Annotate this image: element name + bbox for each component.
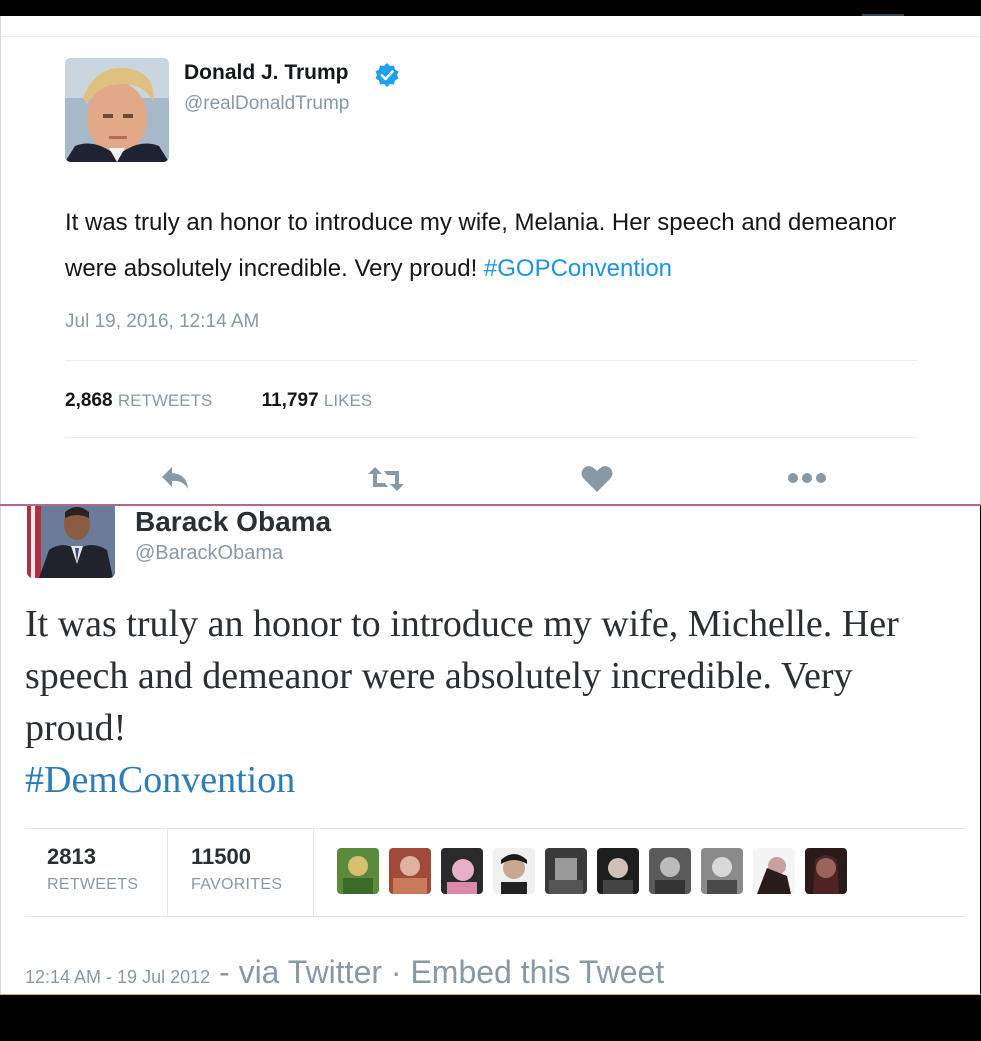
- timestamp[interactable]: Jul 19, 2016, 12:14 AM: [65, 311, 259, 333]
- retweets-count: 2,868: [65, 390, 113, 411]
- favoriter-avatar[interactable]: [337, 848, 379, 894]
- favoriter-avatar[interactable]: [805, 848, 847, 894]
- top-black-bar: [0, 0, 981, 16]
- embed-tweet-link[interactable]: Embed this Tweet: [410, 954, 664, 990]
- heart-icon[interactable]: [581, 465, 613, 498]
- retweets-label: RETWEETS: [47, 876, 139, 893]
- favoriter-avatar[interactable]: [545, 848, 587, 894]
- tweet-text: It was truly an honor to introduce my wi…: [25, 598, 925, 806]
- footer-separator: -: [210, 954, 239, 990]
- handle[interactable]: @realDonaldTrump: [184, 93, 349, 115]
- divider: [65, 360, 917, 361]
- favorites-count: 11500: [191, 844, 251, 869]
- retweets-count: 2813: [47, 844, 96, 869]
- tweet-text: It was truly an honor to introduce my wi…: [65, 200, 935, 292]
- retweets-stat[interactable]: 2,868 RETWEETS: [65, 390, 212, 412]
- favoriter-avatar[interactable]: [493, 848, 535, 894]
- tweet-body: It was truly an honor to introduce my wi…: [65, 209, 897, 282]
- avatar[interactable]: [65, 58, 169, 162]
- likes-count: 11,797: [261, 390, 319, 411]
- card-top-border: [1, 36, 980, 37]
- retweets-stat[interactable]: 2813 RETWEETS: [47, 844, 138, 894]
- verified-badge-icon: [374, 62, 400, 88]
- divider: [25, 828, 965, 829]
- bottom-black-bar: [0, 995, 981, 1041]
- tweet-card-trump: Donald J. Trump @realDonaldTrump It was …: [0, 16, 981, 504]
- likes-label: LIKES: [323, 391, 373, 410]
- favorites-stat[interactable]: 11500 FAVORITES: [191, 844, 282, 894]
- favorites-label: FAVORITES: [191, 876, 283, 893]
- favoriter-avatar[interactable]: [441, 848, 483, 894]
- timestamp[interactable]: 12:14 AM - 19 Jul 2012: [25, 967, 210, 987]
- favoriter-avatar[interactable]: [649, 848, 691, 894]
- retweet-icon[interactable]: [366, 465, 406, 498]
- divider: [25, 916, 965, 917]
- display-name[interactable]: Barack Obama: [135, 506, 331, 538]
- engagement-stats: 2,868 RETWEETS 11,797 LIKES: [65, 390, 416, 412]
- retweets-label: RETWEETS: [117, 391, 213, 410]
- via-twitter-link[interactable]: via Twitter: [239, 954, 382, 990]
- tweet-footer: 12:14 AM - 19 Jul 2012 - via Twitter · E…: [25, 954, 664, 991]
- reply-icon[interactable]: [159, 464, 191, 497]
- favoriter-avatar[interactable]: [597, 848, 639, 894]
- footer-dot: ·: [382, 954, 411, 990]
- favoriter-avatar[interactable]: [701, 848, 743, 894]
- tweet-body: It was truly an honor to introduce my wi…: [25, 603, 899, 749]
- hashtag-link[interactable]: #GOPConvention: [484, 255, 672, 282]
- tweet-card-obama: Barack Obama @BarackObama It was truly a…: [0, 506, 980, 995]
- stat-divider: [313, 828, 314, 916]
- avatar[interactable]: [27, 506, 115, 578]
- favoriter-avatar[interactable]: [753, 848, 795, 894]
- more-icon[interactable]: [786, 471, 828, 490]
- hashtag-link[interactable]: #DemConvention: [25, 759, 295, 801]
- divider: [65, 437, 917, 438]
- likes-stat[interactable]: 11,797 LIKES: [262, 390, 373, 412]
- favoriter-avatar[interactable]: [389, 848, 431, 894]
- handle[interactable]: @BarackObama: [135, 542, 283, 565]
- display-name[interactable]: Donald J. Trump: [184, 61, 349, 85]
- stat-divider: [167, 828, 168, 916]
